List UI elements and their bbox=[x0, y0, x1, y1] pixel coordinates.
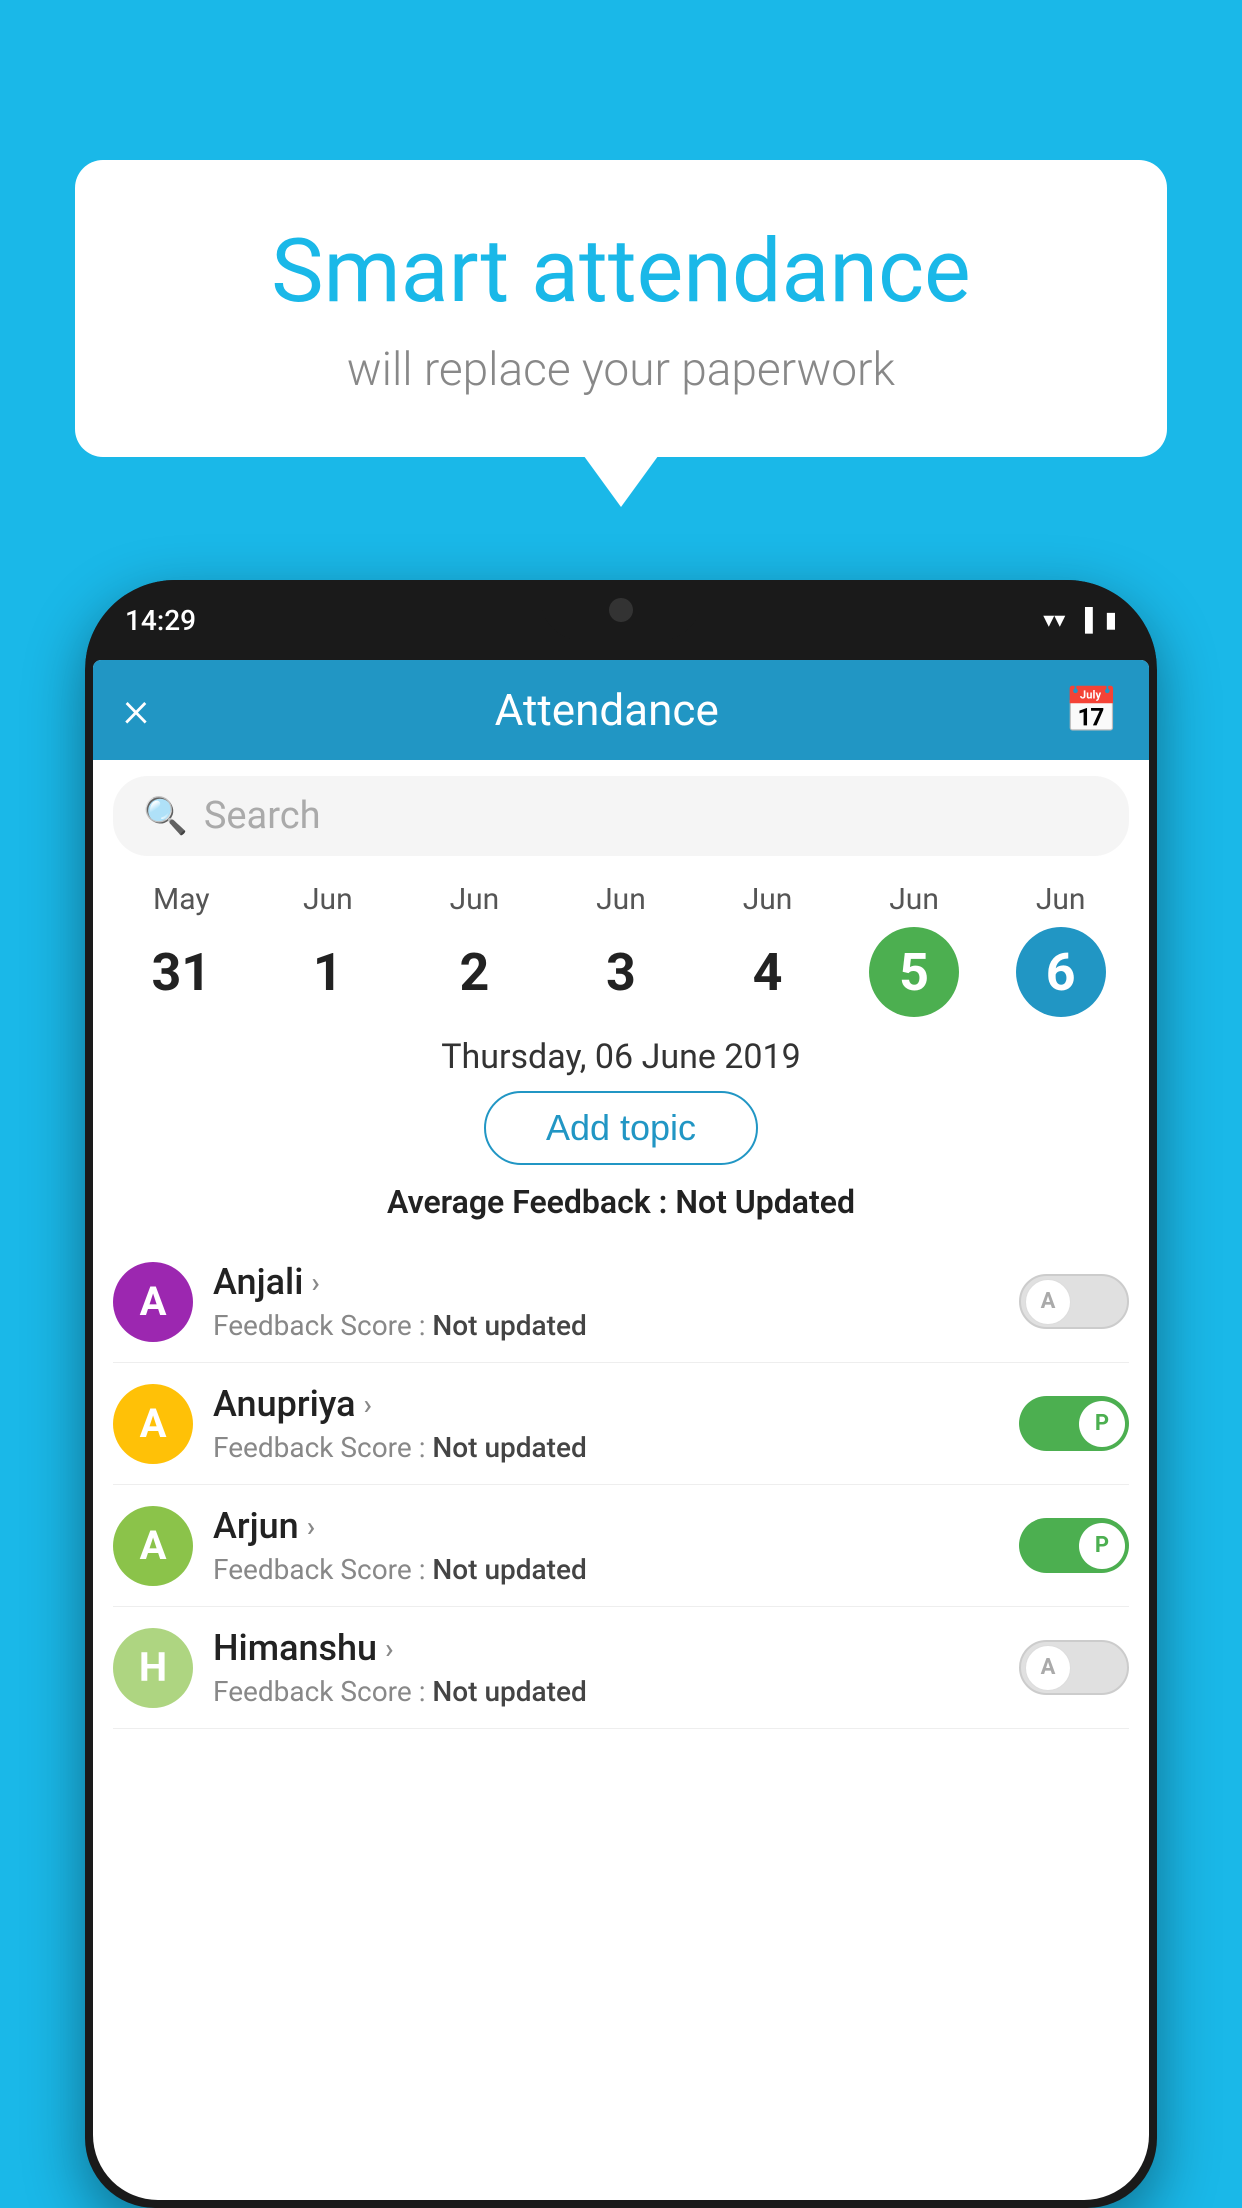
attendance-toggle[interactable]: A bbox=[1019, 1640, 1129, 1695]
date-number-3[interactable]: 3 bbox=[576, 927, 666, 1017]
month-label-2: Jun bbox=[450, 882, 500, 917]
toggle-on[interactable]: P bbox=[1019, 1396, 1129, 1451]
attendance-toggle[interactable]: P bbox=[1019, 1518, 1129, 1573]
attendance-toggle[interactable]: P bbox=[1019, 1396, 1129, 1451]
calendar-day-4[interactable]: Jun 4 bbox=[718, 882, 818, 1017]
close-button[interactable]: × bbox=[123, 681, 149, 739]
toggle-off[interactable]: A bbox=[1019, 1274, 1129, 1329]
speech-bubble: Smart attendance will replace your paper… bbox=[75, 160, 1167, 457]
bubble-subtitle: will replace your paperwork bbox=[155, 343, 1087, 397]
month-label-5: Jun bbox=[889, 882, 939, 917]
student-name: Anjali › bbox=[213, 1261, 999, 1303]
toggle-knob: P bbox=[1079, 1523, 1125, 1569]
chevron-right-icon: › bbox=[385, 1632, 393, 1665]
average-feedback: Average Feedback : Not Updated bbox=[93, 1183, 1149, 1221]
app-header: × Attendance 📅 bbox=[93, 660, 1149, 760]
month-label-6: Jun bbox=[1036, 882, 1086, 917]
toggle-knob: P bbox=[1079, 1401, 1125, 1447]
date-number-6[interactable]: 6 bbox=[1016, 927, 1106, 1017]
avatar: A bbox=[113, 1384, 193, 1464]
wifi-icon: ▾▾ bbox=[1043, 608, 1065, 633]
student-info: Himanshu › Feedback Score : Not updated bbox=[213, 1627, 999, 1708]
student-feedback: Feedback Score : Not updated bbox=[213, 1431, 999, 1464]
student-feedback: Feedback Score : Not updated bbox=[213, 1553, 999, 1586]
student-info: Anupriya › Feedback Score : Not updated bbox=[213, 1383, 999, 1464]
chevron-right-icon: › bbox=[311, 1266, 319, 1299]
status-time: 14:29 bbox=[125, 604, 196, 637]
calendar-day-6[interactable]: Jun 6 bbox=[1011, 882, 1111, 1017]
toggle-knob: A bbox=[1025, 1645, 1071, 1691]
camera-dot bbox=[609, 598, 633, 622]
date-number-1[interactable]: 1 bbox=[283, 927, 373, 1017]
app-title: Attendance bbox=[149, 684, 1064, 736]
toggle-off[interactable]: A bbox=[1019, 1640, 1129, 1695]
chevron-right-icon: › bbox=[364, 1388, 372, 1421]
student-name: Himanshu › bbox=[213, 1627, 999, 1669]
calendar-day-5[interactable]: Jun 5 bbox=[864, 882, 964, 1017]
calendar-strip: May 31 Jun 1 Jun 2 Jun 3 Jun 4 Jun 5 bbox=[93, 872, 1149, 1017]
signal-icon: ▐ bbox=[1077, 607, 1093, 633]
search-icon: 🔍 bbox=[143, 795, 188, 837]
toggle-on[interactable]: P bbox=[1019, 1518, 1129, 1573]
month-label-1: Jun bbox=[303, 882, 353, 917]
date-number-5[interactable]: 5 bbox=[869, 927, 959, 1017]
list-item[interactable]: H Himanshu › Feedback Score : Not update… bbox=[113, 1607, 1129, 1729]
student-name: Anupriya › bbox=[213, 1383, 999, 1425]
battery-icon: ▮ bbox=[1105, 608, 1117, 633]
bubble-title: Smart attendance bbox=[155, 220, 1087, 323]
student-info: Arjun › Feedback Score : Not updated bbox=[213, 1505, 999, 1586]
search-input[interactable]: Search bbox=[204, 794, 321, 838]
student-info: Anjali › Feedback Score : Not updated bbox=[213, 1261, 999, 1342]
student-list: A Anjali › Feedback Score : Not updated … bbox=[93, 1241, 1149, 1729]
student-feedback: Feedback Score : Not updated bbox=[213, 1309, 999, 1342]
calendar-day-3[interactable]: Jun 3 bbox=[571, 882, 671, 1017]
avatar: H bbox=[113, 1628, 193, 1708]
selected-date: Thursday, 06 June 2019 bbox=[93, 1037, 1149, 1077]
speech-bubble-container: Smart attendance will replace your paper… bbox=[75, 160, 1167, 457]
month-label-3: Jun bbox=[596, 882, 646, 917]
calendar-day-2[interactable]: Jun 2 bbox=[424, 882, 524, 1017]
student-name: Arjun › bbox=[213, 1505, 999, 1547]
search-bar[interactable]: 🔍 Search bbox=[113, 776, 1129, 856]
avatar: A bbox=[113, 1262, 193, 1342]
list-item[interactable]: A Anjali › Feedback Score : Not updated … bbox=[113, 1241, 1129, 1363]
avatar: A bbox=[113, 1506, 193, 1586]
avg-feedback-value: Not Updated bbox=[675, 1183, 855, 1221]
student-feedback: Feedback Score : Not updated bbox=[213, 1675, 999, 1708]
phone-notch: 14:29 ▾▾ ▐ ▮ bbox=[85, 580, 1157, 660]
month-label-0: May bbox=[153, 882, 209, 917]
avg-feedback-label: Average Feedback : bbox=[387, 1183, 675, 1221]
phone-screen: × Attendance 📅 🔍 Search May 31 Jun 1 Jun… bbox=[93, 660, 1149, 2200]
list-item[interactable]: A Arjun › Feedback Score : Not updated P bbox=[113, 1485, 1129, 1607]
status-icons: ▾▾ ▐ ▮ bbox=[1043, 607, 1117, 633]
calendar-icon[interactable]: 📅 bbox=[1064, 684, 1119, 736]
list-item[interactable]: A Anupriya › Feedback Score : Not update… bbox=[113, 1363, 1129, 1485]
phone-frame: 14:29 ▾▾ ▐ ▮ × Attendance 📅 🔍 Search May… bbox=[85, 580, 1157, 2208]
calendar-day-1[interactable]: Jun 1 bbox=[278, 882, 378, 1017]
attendance-toggle[interactable]: A bbox=[1019, 1274, 1129, 1329]
month-label-4: Jun bbox=[743, 882, 793, 917]
add-topic-button[interactable]: Add topic bbox=[484, 1091, 758, 1165]
chevron-right-icon: › bbox=[307, 1510, 315, 1543]
date-number-4[interactable]: 4 bbox=[723, 927, 813, 1017]
toggle-knob: A bbox=[1025, 1279, 1071, 1325]
date-number-2[interactable]: 2 bbox=[429, 927, 519, 1017]
date-number-0[interactable]: 31 bbox=[136, 927, 226, 1017]
calendar-day-0[interactable]: May 31 bbox=[131, 882, 231, 1017]
notch-cutout bbox=[541, 580, 701, 640]
